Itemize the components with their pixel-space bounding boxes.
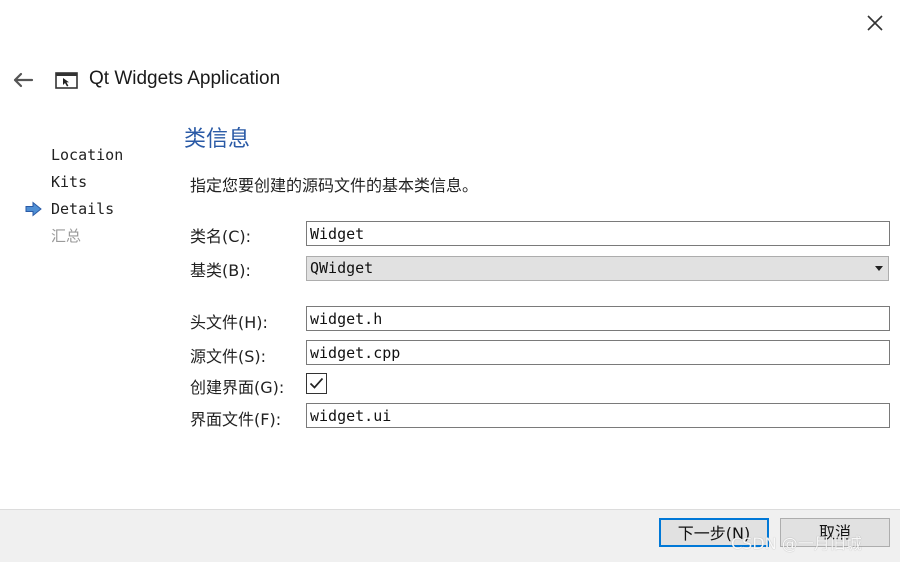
step-label: Kits bbox=[51, 173, 88, 191]
step-details[interactable]: Details bbox=[24, 198, 123, 225]
back-arrow-icon bbox=[13, 72, 34, 88]
step-label: 汇总 bbox=[51, 227, 82, 245]
header-file-label: 头文件(H): bbox=[190, 313, 268, 332]
step-label: Location bbox=[51, 146, 124, 164]
class-name-label: 类名(C): bbox=[190, 227, 252, 246]
checkmark-icon bbox=[309, 377, 324, 389]
class-name-input[interactable] bbox=[306, 221, 890, 246]
base-class-combobox[interactable]: QWidget bbox=[306, 256, 889, 281]
step-summary: 汇总 bbox=[24, 225, 123, 252]
base-class-value: QWidget bbox=[310, 259, 374, 277]
close-button[interactable] bbox=[862, 10, 888, 36]
generate-form-label: 创建界面(G): bbox=[190, 378, 285, 397]
step-location[interactable]: Location bbox=[24, 144, 123, 171]
qt-widgets-app-icon bbox=[54, 70, 80, 92]
form-file-input[interactable] bbox=[306, 403, 890, 428]
close-icon bbox=[867, 15, 883, 31]
next-button[interactable]: 下一步(N) bbox=[659, 518, 769, 547]
chevron-down-icon bbox=[875, 266, 883, 271]
current-step-arrow-icon bbox=[25, 201, 42, 217]
back-button[interactable] bbox=[10, 68, 36, 92]
cancel-button[interactable]: 取消 bbox=[780, 518, 890, 547]
header-file-input[interactable] bbox=[306, 306, 890, 331]
source-file-label: 源文件(S): bbox=[190, 347, 267, 366]
base-class-label: 基类(B): bbox=[190, 261, 251, 280]
wizard-steps: Location Kits Details 汇总 bbox=[24, 144, 123, 252]
step-kits[interactable]: Kits bbox=[24, 171, 123, 198]
form-file-label: 界面文件(F): bbox=[190, 410, 282, 429]
step-label: Details bbox=[51, 200, 115, 218]
page-title: 类信息 bbox=[184, 127, 251, 152]
generate-form-checkbox[interactable] bbox=[306, 373, 327, 394]
window-title: Qt Widgets Application bbox=[89, 68, 281, 89]
page-description: 指定您要创建的源码文件的基本类信息。 bbox=[190, 176, 479, 195]
source-file-input[interactable] bbox=[306, 340, 890, 365]
